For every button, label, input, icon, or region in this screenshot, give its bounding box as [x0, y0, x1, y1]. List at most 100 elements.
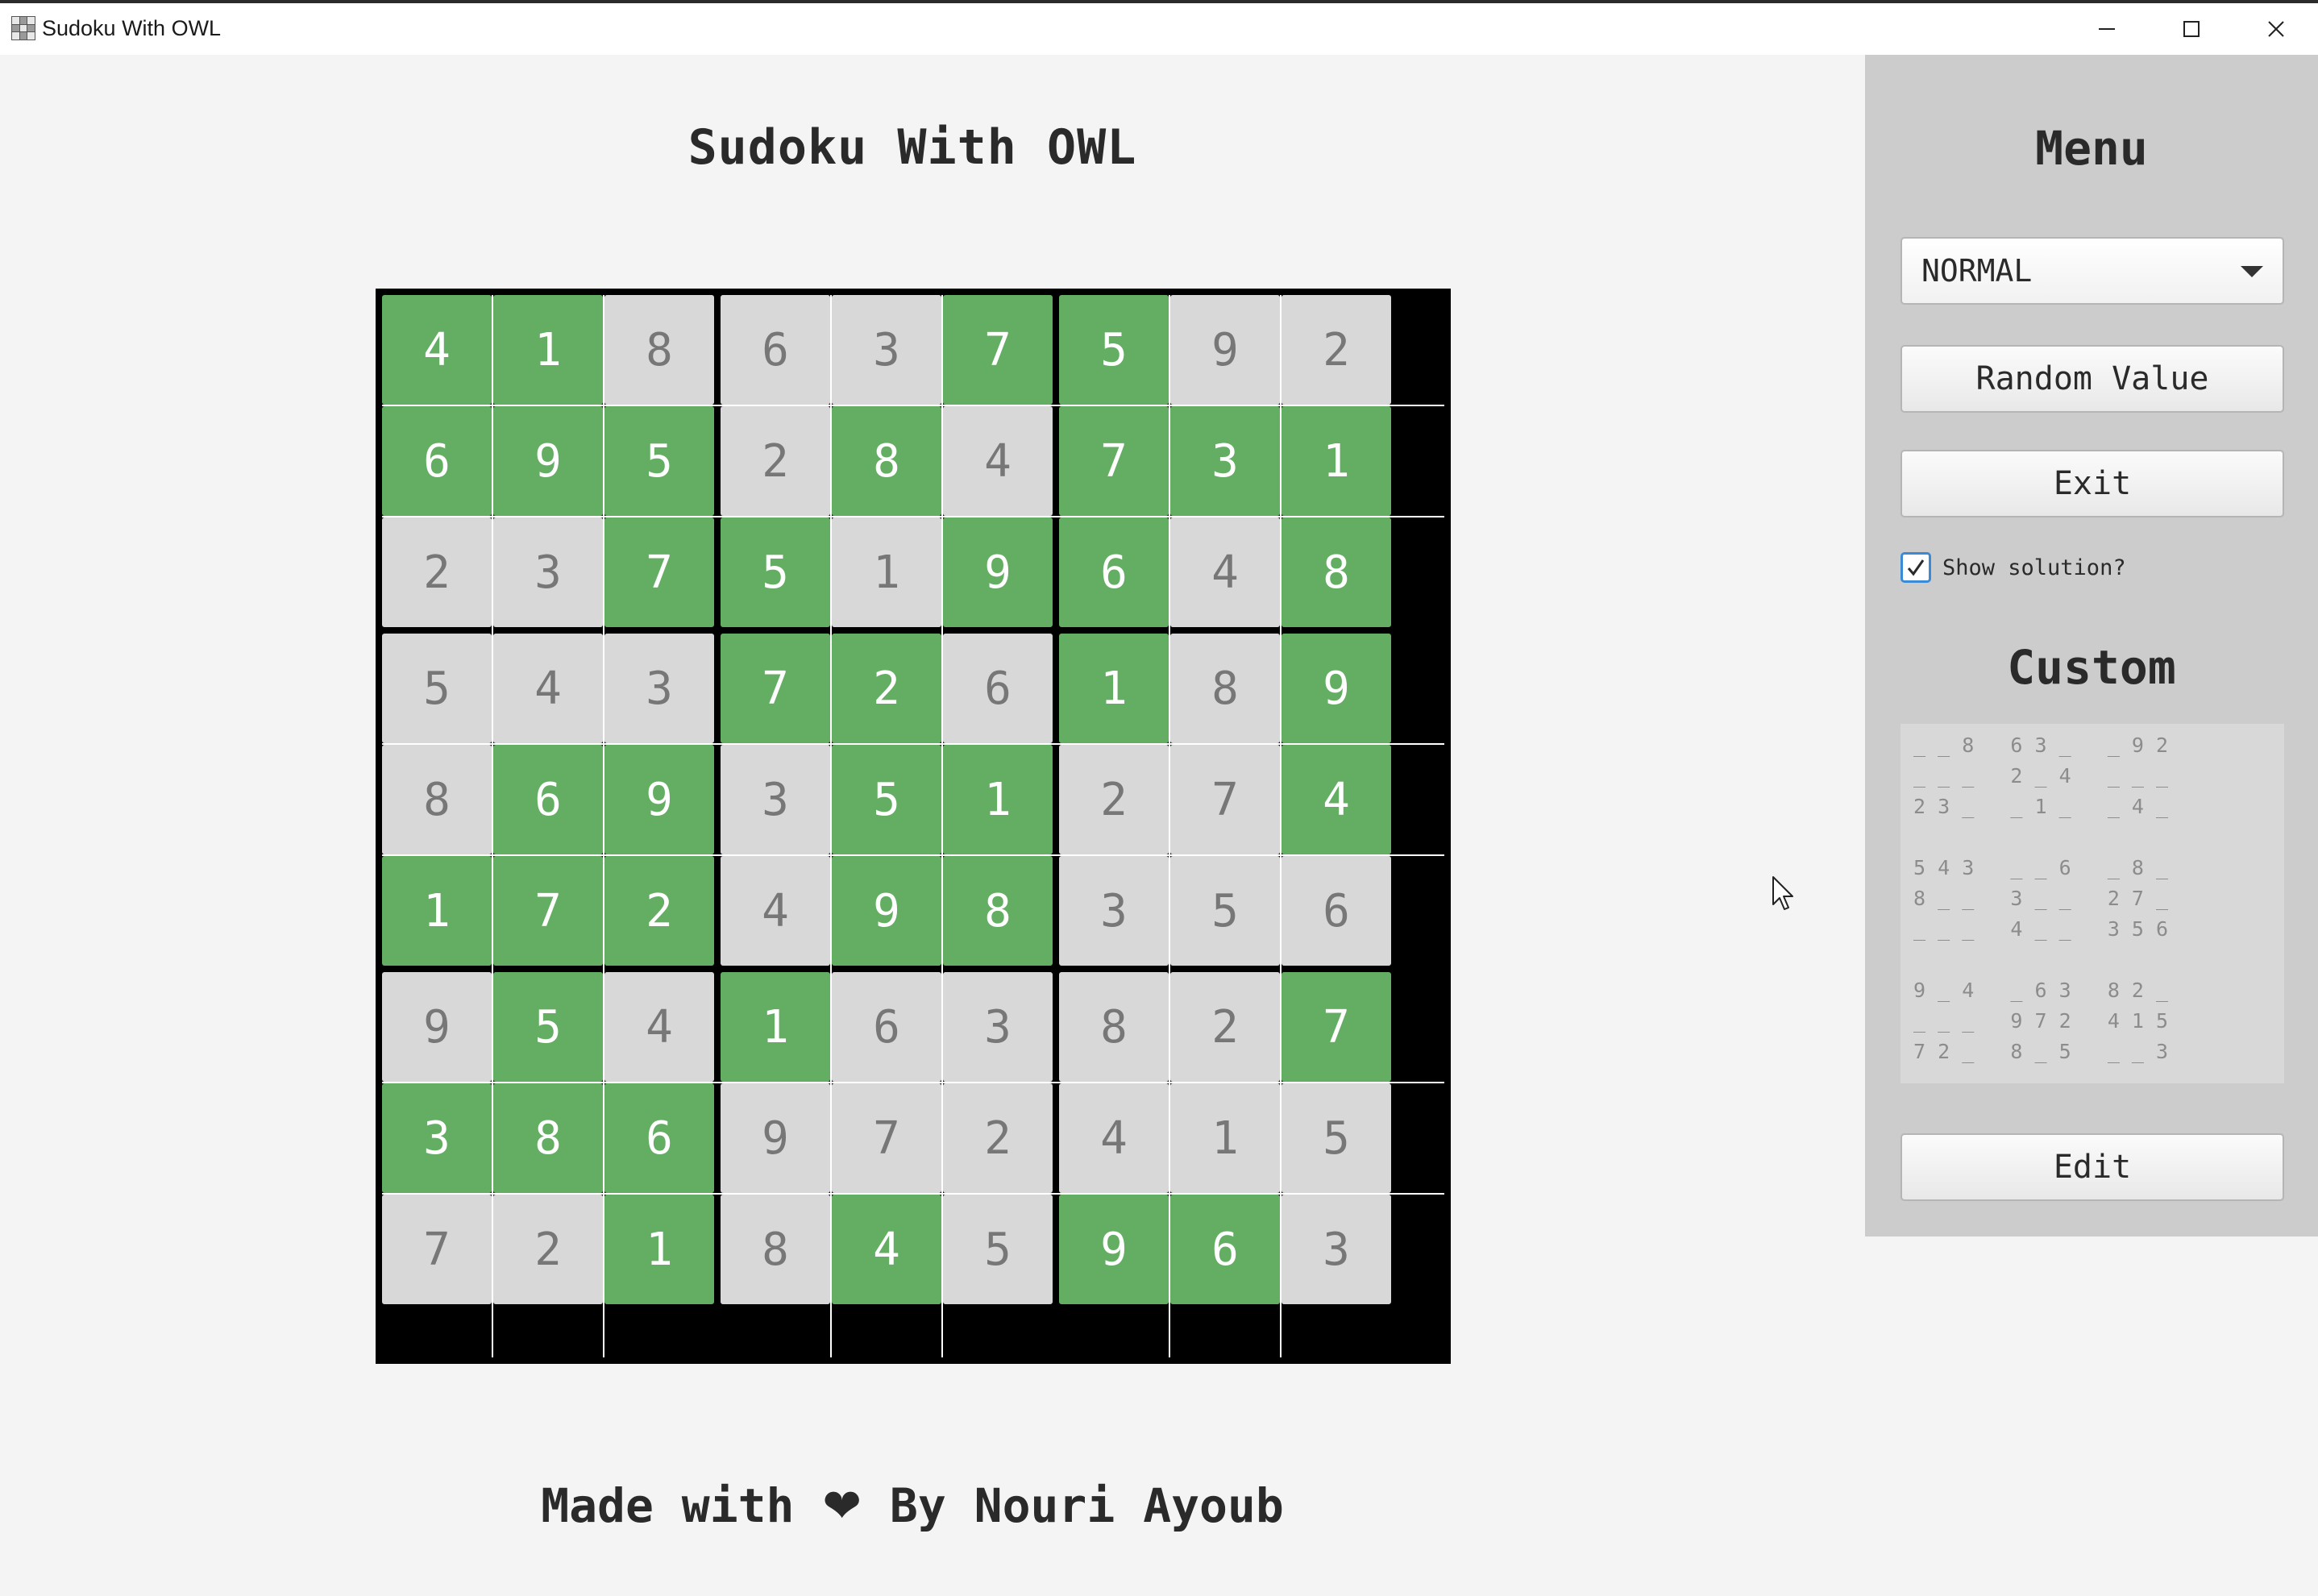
- sudoku-cell[interactable]: 3: [1059, 856, 1169, 966]
- random-value-button[interactable]: Random Value: [1901, 345, 2284, 413]
- custom-puzzle-line: _ _ 8 6 3 _ _ 9 2: [1913, 734, 2169, 757]
- sudoku-cell[interactable]: 3: [382, 1083, 492, 1193]
- sudoku-cell[interactable]: 1: [1059, 634, 1169, 743]
- custom-puzzle-textarea[interactable]: _ _ 8 6 3 _ _ 9 2 _ _ _ 2 _ 4 _ _ _ 2 3 _ …: [1901, 724, 2284, 1083]
- sudoku-cell[interactable]: 2: [1282, 295, 1391, 405]
- sudoku-cell[interactable]: 7: [721, 634, 830, 743]
- sudoku-cell[interactable]: 9: [1059, 1195, 1169, 1304]
- sudoku-cell[interactable]: 2: [832, 634, 941, 743]
- sudoku-cell[interactable]: 9: [1170, 295, 1280, 405]
- checkmark-icon: [1907, 559, 1925, 576]
- sudoku-cell[interactable]: 8: [832, 406, 941, 516]
- sudoku-cell[interactable]: 2: [604, 856, 714, 966]
- sudoku-cell[interactable]: 8: [382, 745, 492, 854]
- custom-puzzle-line: 2 3 _ _ 1 _ _ 4 _: [1913, 795, 2169, 818]
- sudoku-cell[interactable]: 7: [1059, 406, 1169, 516]
- sudoku-cell[interactable]: 2: [493, 1195, 603, 1304]
- sudoku-cell[interactable]: 7: [604, 517, 714, 627]
- sudoku-cell[interactable]: 5: [1282, 1083, 1391, 1193]
- sudoku-cell[interactable]: 2: [1059, 745, 1169, 854]
- sudoku-cell[interactable]: 8: [493, 1083, 603, 1193]
- sudoku-cell[interactable]: 8: [1059, 972, 1169, 1082]
- sudoku-cell[interactable]: 3: [721, 745, 830, 854]
- custom-puzzle-line: _ _ _ 2 _ 4 _ _ _: [1913, 764, 2169, 788]
- sudoku-cell[interactable]: 4: [1282, 745, 1391, 854]
- minimize-icon: [2099, 28, 2115, 30]
- sudoku-cell[interactable]: 5: [493, 972, 603, 1082]
- sudoku-cell[interactable]: 9: [832, 856, 941, 966]
- sudoku-cell[interactable]: 3: [1170, 406, 1280, 516]
- sudoku-cell[interactable]: 4: [1170, 517, 1280, 627]
- sudoku-cell[interactable]: 5: [382, 634, 492, 743]
- sudoku-cell[interactable]: 2: [943, 1083, 1053, 1193]
- sudoku-cell[interactable]: 1: [832, 517, 941, 627]
- sudoku-cell[interactable]: 1: [493, 295, 603, 405]
- sudoku-cell[interactable]: 3: [1282, 1195, 1391, 1304]
- edit-button[interactable]: Edit: [1901, 1133, 2284, 1201]
- sudoku-cell[interactable]: 5: [604, 406, 714, 516]
- sudoku-cell[interactable]: 1: [1170, 1083, 1280, 1193]
- show-solution-row[interactable]: Show solution?: [1901, 551, 2126, 584]
- sudoku-cell[interactable]: 6: [943, 634, 1053, 743]
- sudoku-cell[interactable]: 4: [832, 1195, 941, 1304]
- custom-puzzle-line: _ _ _ 9 7 2 4 1 5: [1913, 1009, 2169, 1033]
- sudoku-cell[interactable]: 9: [604, 745, 714, 854]
- sudoku-cell[interactable]: 5: [1170, 856, 1280, 966]
- sudoku-cell[interactable]: 6: [1282, 856, 1391, 966]
- sudoku-cell[interactable]: 7: [832, 1083, 941, 1193]
- sudoku-cell[interactable]: 8: [721, 1195, 830, 1304]
- sudoku-cell[interactable]: 4: [382, 295, 492, 405]
- sudoku-cell[interactable]: 6: [382, 406, 492, 516]
- sudoku-cell[interactable]: 8: [943, 856, 1053, 966]
- sudoku-cell[interactable]: 6: [604, 1083, 714, 1193]
- sudoku-cell[interactable]: 3: [832, 295, 941, 405]
- sudoku-cell[interactable]: 1: [721, 972, 830, 1082]
- sudoku-cell[interactable]: 6: [721, 295, 830, 405]
- sudoku-cell[interactable]: 1: [604, 1195, 714, 1304]
- sudoku-cell[interactable]: 9: [493, 406, 603, 516]
- sudoku-cell[interactable]: 7: [1282, 972, 1391, 1082]
- sudoku-cell[interactable]: 5: [721, 517, 830, 627]
- show-solution-checkbox[interactable]: [1901, 552, 1931, 583]
- sudoku-cell[interactable]: 4: [604, 972, 714, 1082]
- sudoku-cell[interactable]: 5: [832, 745, 941, 854]
- sudoku-cell[interactable]: 2: [1170, 972, 1280, 1082]
- sudoku-cell[interactable]: 2: [721, 406, 830, 516]
- close-button[interactable]: [2234, 3, 2318, 55]
- sudoku-cell[interactable]: 4: [1059, 1083, 1169, 1193]
- exit-button[interactable]: Exit: [1901, 450, 2284, 517]
- sudoku-cell[interactable]: 8: [604, 295, 714, 405]
- difficulty-select[interactable]: NORMAL: [1901, 237, 2284, 305]
- sudoku-cell[interactable]: 6: [493, 745, 603, 854]
- sudoku-cell[interactable]: 3: [943, 972, 1053, 1082]
- sudoku-cell[interactable]: 5: [943, 1195, 1053, 1304]
- footer-prefix: Made with: [541, 1478, 795, 1533]
- sudoku-cell[interactable]: 6: [1059, 517, 1169, 627]
- sudoku-cell[interactable]: 1: [943, 745, 1053, 854]
- sudoku-cell[interactable]: 1: [382, 856, 492, 966]
- sudoku-cell[interactable]: 3: [604, 634, 714, 743]
- sudoku-cell[interactable]: 9: [382, 972, 492, 1082]
- sudoku-cell[interactable]: 1: [1282, 406, 1391, 516]
- sudoku-cell[interactable]: 7: [493, 856, 603, 966]
- sudoku-cell[interactable]: 9: [1282, 634, 1391, 743]
- sudoku-cell[interactable]: 9: [721, 1083, 830, 1193]
- sudoku-cell[interactable]: 2: [382, 517, 492, 627]
- sudoku-cell[interactable]: 7: [943, 295, 1053, 405]
- custom-puzzle-line: 7 2 _ 8 _ 5 _ _ 3: [1913, 1040, 2169, 1063]
- sudoku-cell[interactable]: 4: [493, 634, 603, 743]
- maximize-button[interactable]: [2150, 3, 2233, 55]
- sudoku-cell[interactable]: 6: [832, 972, 941, 1082]
- sudoku-cell[interactable]: 6: [1170, 1195, 1280, 1304]
- sudoku-cell[interactable]: 3: [493, 517, 603, 627]
- sudoku-cell[interactable]: 9: [943, 517, 1053, 627]
- minimize-button[interactable]: [2065, 3, 2149, 55]
- sudoku-cell[interactable]: 8: [1282, 517, 1391, 627]
- sudoku-cell[interactable]: 7: [382, 1195, 492, 1304]
- sudoku-cell[interactable]: 5: [1059, 295, 1169, 405]
- sudoku-cell[interactable]: 8: [1170, 634, 1280, 743]
- sudoku-cell[interactable]: 7: [1170, 745, 1280, 854]
- sudoku-cell[interactable]: 4: [943, 406, 1053, 516]
- maximize-icon: [2183, 21, 2200, 37]
- sudoku-cell[interactable]: 4: [721, 856, 830, 966]
